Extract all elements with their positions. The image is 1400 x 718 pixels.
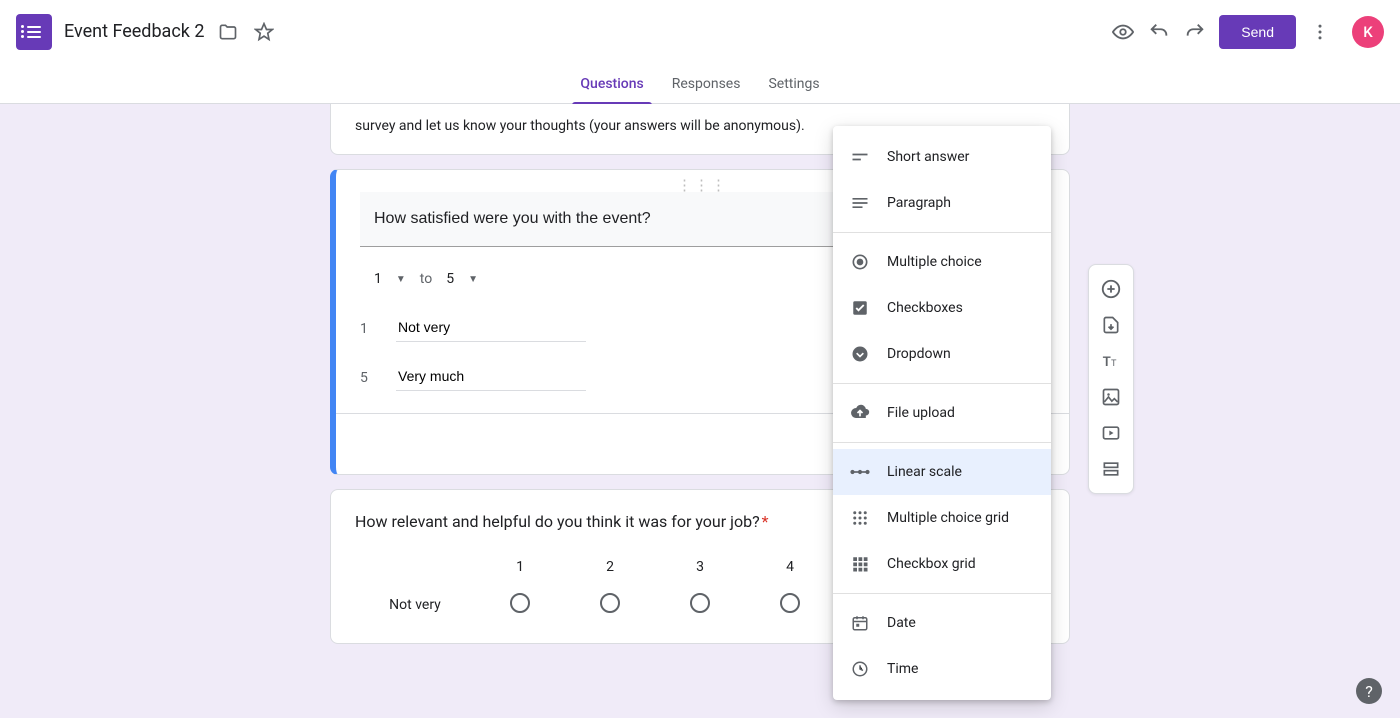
tab-responses[interactable]: Responses [658, 64, 755, 104]
question-type-menu: Short answer Paragraph Multiple choice C… [833, 126, 1051, 700]
forms-logo [16, 14, 52, 50]
side-toolbar: TT [1088, 264, 1134, 494]
menu-linear-scale[interactable]: Linear scale [833, 449, 1051, 495]
scale-radio-2[interactable] [600, 593, 620, 613]
dropdown-icon [849, 343, 871, 365]
scale-num-4: 4 [745, 559, 835, 575]
menu-file-upload[interactable]: File upload [833, 390, 1051, 436]
menu-time[interactable]: Time [833, 646, 1051, 692]
undo-icon[interactable] [1147, 20, 1171, 44]
menu-mc-grid[interactable]: Multiple choice grid [833, 495, 1051, 541]
import-questions-icon[interactable] [1093, 307, 1129, 343]
add-title-icon[interactable]: TT [1093, 343, 1129, 379]
account-avatar[interactable]: K [1352, 16, 1384, 48]
scale-radio-1[interactable] [510, 593, 530, 613]
menu-paragraph[interactable]: Paragraph [833, 180, 1051, 226]
scale-to-select[interactable]: 5 ▼ [446, 271, 478, 287]
calendar-icon [849, 612, 871, 634]
menu-checkbox-grid[interactable]: Checkbox grid [833, 541, 1051, 587]
scale-to-value: 5 [446, 271, 454, 287]
document-title[interactable]: Event Feedback 2 [64, 21, 204, 42]
menu-short-answer[interactable]: Short answer [833, 134, 1051, 180]
star-icon[interactable] [252, 20, 276, 44]
label-low-number: 1 [360, 321, 372, 337]
add-section-icon[interactable] [1093, 451, 1129, 487]
label-high-input[interactable] [396, 364, 586, 391]
caret-down-icon: ▼ [396, 274, 406, 285]
short-answer-icon [849, 146, 871, 168]
help-icon[interactable]: ? [1356, 678, 1382, 704]
paragraph-icon [849, 192, 871, 214]
label-low-input[interactable] [396, 315, 586, 342]
required-asterisk: * [762, 512, 769, 531]
add-image-icon[interactable] [1093, 379, 1129, 415]
tab-questions[interactable]: Questions [566, 64, 657, 104]
scale-radio-3[interactable] [690, 593, 710, 613]
linear-scale-icon [849, 461, 871, 483]
app-header: Event Feedback 2 Send K [0, 0, 1400, 64]
scale-radio-4[interactable] [780, 593, 800, 613]
form-tabs: Questions Responses Settings [0, 64, 1400, 104]
cloud-upload-icon [849, 402, 871, 424]
add-question-icon[interactable] [1093, 271, 1129, 307]
menu-date[interactable]: Date [833, 600, 1051, 646]
scale-num-2: 2 [565, 559, 655, 575]
scale-num-3: 3 [655, 559, 745, 575]
scale-to-word: to [420, 271, 432, 287]
tab-settings[interactable]: Settings [754, 64, 833, 104]
menu-checkboxes[interactable]: Checkboxes [833, 285, 1051, 331]
more-menu-icon[interactable] [1308, 20, 1332, 44]
scale-from-select[interactable]: 1 ▼ [374, 271, 406, 287]
send-button[interactable]: Send [1219, 15, 1296, 49]
scale-num-1: 1 [475, 559, 565, 575]
menu-dropdown[interactable]: Dropdown [833, 331, 1051, 377]
move-to-folder-icon[interactable] [216, 20, 240, 44]
grid-dots-icon [849, 507, 871, 529]
preview-icon[interactable] [1111, 20, 1135, 44]
svg-text:T: T [1103, 355, 1111, 370]
scale-from-value: 1 [374, 271, 382, 287]
checkbox-icon [849, 297, 871, 319]
redo-icon[interactable] [1183, 20, 1207, 44]
label-high-number: 5 [360, 370, 372, 386]
menu-multiple-choice[interactable]: Multiple choice [833, 239, 1051, 285]
svg-text:T: T [1111, 359, 1117, 369]
drag-handle-icon[interactable]: ⋮⋮⋮ [677, 176, 728, 194]
grid-squares-icon [849, 553, 871, 575]
clock-icon [849, 658, 871, 680]
add-video-icon[interactable] [1093, 415, 1129, 451]
radio-icon [849, 251, 871, 273]
scale-low-label: Not very [355, 597, 475, 613]
form-canvas: survey and let us know your thoughts (yo… [0, 104, 1400, 718]
caret-down-icon: ▼ [468, 274, 478, 285]
